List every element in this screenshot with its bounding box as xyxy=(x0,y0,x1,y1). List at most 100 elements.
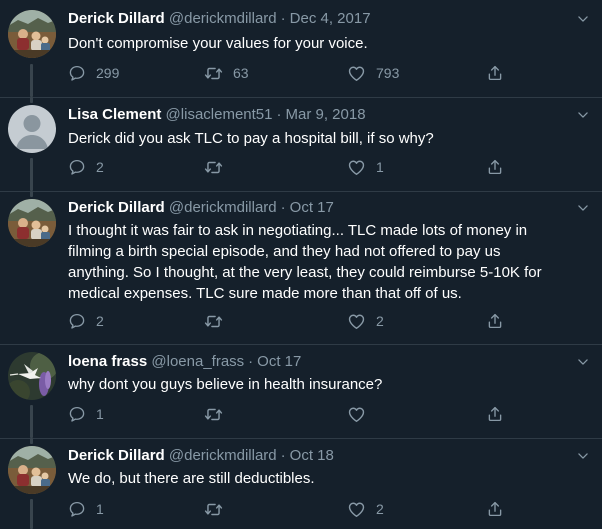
hummingbird-avatar-image xyxy=(8,352,56,400)
share-icon xyxy=(486,312,504,330)
tweet-5[interactable]: Derick Dillard @derickmdillard · Oct 18 We… xyxy=(0,438,602,529)
tweet-text: why dont you guys believe in health insu… xyxy=(68,376,383,393)
like-button[interactable]: 1 xyxy=(347,157,384,177)
share-button[interactable] xyxy=(486,311,504,331)
tweet-actions: 2 1 xyxy=(68,157,518,177)
chevron-down-icon[interactable] xyxy=(576,355,590,369)
tweet-actions: 1 2 xyxy=(68,499,518,519)
tweet-header: Derick Dillard @derickmdillard · Dec 4, 20… xyxy=(68,9,371,29)
chevron-down-icon[interactable] xyxy=(576,108,590,122)
retweet-icon xyxy=(204,312,223,331)
heart-icon xyxy=(347,312,366,331)
reply-button[interactable]: 1 xyxy=(68,499,104,519)
user-handle[interactable]: @lisaclement51 xyxy=(166,106,273,123)
reply-count: 2 xyxy=(96,159,104,175)
tweet-3[interactable]: Derick Dillard @derickmdillard · Oct 17 I … xyxy=(0,191,602,344)
retweet-icon xyxy=(204,405,223,424)
thread-connector xyxy=(30,158,33,191)
like-button[interactable]: 2 xyxy=(347,499,384,519)
reply-count: 2 xyxy=(96,313,104,329)
tweet-date[interactable]: Oct 17 xyxy=(290,199,334,216)
tweet-thread: Derick Dillard @derickmdillard · Dec 4, 20… xyxy=(0,0,602,529)
avatar[interactable] xyxy=(8,10,56,58)
retweet-count: 63 xyxy=(233,65,249,81)
like-button[interactable]: 793 xyxy=(347,63,399,83)
display-name[interactable]: Derick Dillard xyxy=(68,447,165,464)
chevron-down-icon[interactable] xyxy=(576,12,590,26)
tweet-2[interactable]: Lisa Clement @lisaclement51 · Mar 9, 2018 … xyxy=(0,97,602,191)
reply-button[interactable]: 1 xyxy=(68,404,104,424)
tweet-date[interactable]: Mar 9, 2018 xyxy=(286,106,366,123)
user-handle[interactable]: @derickmdillard xyxy=(169,10,277,27)
avatar[interactable] xyxy=(8,199,56,247)
default-avatar-image xyxy=(8,105,56,153)
like-button[interactable]: 2 xyxy=(347,311,384,331)
tweet-header: Derick Dillard @derickmdillard · Oct 17 xyxy=(68,198,334,218)
reply-icon xyxy=(68,405,86,423)
separator-dot: · xyxy=(280,447,286,464)
like-count: 1 xyxy=(376,159,384,175)
share-button[interactable] xyxy=(486,63,504,83)
derick-avatar-image xyxy=(8,10,56,58)
like-button[interactable] xyxy=(347,404,376,424)
avatar[interactable] xyxy=(8,352,56,400)
thread-connector xyxy=(30,405,33,438)
retweet-button[interactable] xyxy=(204,404,233,424)
display-name[interactable]: Derick Dillard xyxy=(68,199,165,216)
chevron-down-icon[interactable] xyxy=(576,201,590,215)
tweet-text: Don't compromise your values for your vo… xyxy=(68,35,368,52)
display-name[interactable]: Derick Dillard xyxy=(68,10,165,27)
tweet-actions: 1 xyxy=(68,404,518,424)
thread-connector xyxy=(30,97,33,103)
reply-button[interactable]: 299 xyxy=(68,63,119,83)
tweet-header: loena frass @loena_frass · Oct 17 xyxy=(68,352,301,372)
thread-connector xyxy=(30,191,33,197)
derick-avatar-image xyxy=(8,446,56,494)
heart-icon xyxy=(347,500,366,519)
tweet-1[interactable]: Derick Dillard @derickmdillard · Dec 4, 20… xyxy=(0,0,602,97)
separator-dot: · xyxy=(248,353,254,370)
retweet-button[interactable] xyxy=(204,157,233,177)
thread-connector xyxy=(30,64,33,97)
retweet-button[interactable] xyxy=(204,499,233,519)
tweet-header: Derick Dillard @derickmdillard · Oct 18 xyxy=(68,446,334,466)
avatar[interactable] xyxy=(8,105,56,153)
tweet-date[interactable]: Oct 17 xyxy=(257,353,301,370)
share-button[interactable] xyxy=(486,499,504,519)
tweet-date[interactable]: Oct 18 xyxy=(290,447,334,464)
separator-dot: · xyxy=(280,10,286,27)
retweet-icon xyxy=(204,158,223,177)
reply-icon xyxy=(68,500,86,518)
share-button[interactable] xyxy=(486,157,504,177)
display-name[interactable]: Lisa Clement xyxy=(68,106,161,123)
reply-button[interactable]: 2 xyxy=(68,311,104,331)
avatar[interactable] xyxy=(8,446,56,494)
user-handle[interactable]: @loena_frass xyxy=(151,353,244,370)
share-button[interactable] xyxy=(486,404,504,424)
tweet-header: Lisa Clement @lisaclement51 · Mar 9, 2018 xyxy=(68,105,366,125)
separator-dot: · xyxy=(280,199,286,216)
retweet-button[interactable] xyxy=(204,311,233,331)
reply-icon xyxy=(68,64,86,82)
thread-connector xyxy=(30,438,33,444)
heart-icon xyxy=(347,405,366,424)
like-count: 793 xyxy=(376,65,400,81)
retweet-button[interactable]: 63 xyxy=(204,63,249,83)
user-handle[interactable]: @derickmdillard xyxy=(169,199,277,216)
retweet-icon xyxy=(204,64,223,83)
user-handle[interactable]: @derickmdillard xyxy=(169,447,277,464)
thread-connector xyxy=(30,499,33,529)
tweet-4[interactable]: loena frass @loena_frass · Oct 17 why dont… xyxy=(0,345,602,438)
display-name[interactable]: loena frass xyxy=(68,353,147,370)
reply-count: 299 xyxy=(96,65,120,81)
tweet-date[interactable]: Dec 4, 2017 xyxy=(290,10,371,27)
heart-icon xyxy=(347,158,366,177)
heart-icon xyxy=(347,64,366,83)
reply-icon xyxy=(68,312,86,330)
reply-count: 1 xyxy=(96,501,104,517)
chevron-down-icon[interactable] xyxy=(576,449,590,463)
tweet-actions: 299 63 793 xyxy=(68,63,518,83)
reply-button[interactable]: 2 xyxy=(68,157,104,177)
like-count: 2 xyxy=(376,501,384,517)
tweet-text: I thought it was fair to ask in negotiat… xyxy=(68,222,542,302)
